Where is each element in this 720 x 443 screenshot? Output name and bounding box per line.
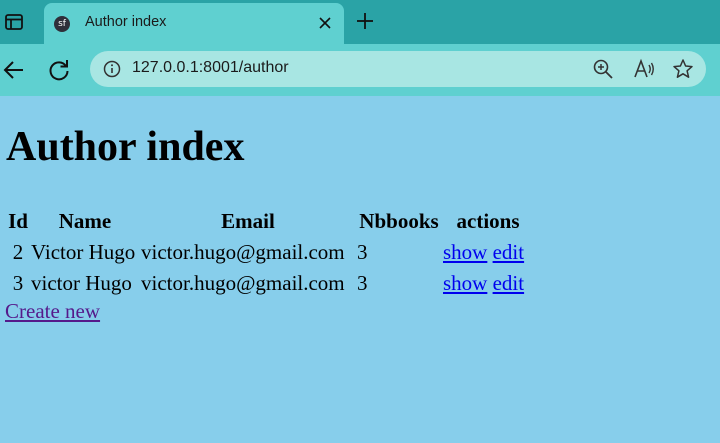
page-title: Author index	[6, 124, 245, 170]
back-arrow-icon[interactable]	[1, 57, 27, 83]
navigation-bar: 127.0.0.1:8001/author	[0, 44, 720, 96]
star-icon[interactable]	[672, 58, 694, 80]
tab-actions-icon[interactable]	[4, 12, 24, 32]
header-email: Email	[221, 209, 275, 233]
cell-actions: show edit	[443, 237, 533, 268]
header-actions: actions	[456, 209, 520, 233]
cell-name: victor Hugo	[31, 271, 132, 295]
table-row: 3 victor Hugo victor.hugo@gmail.com 3 sh…	[7, 268, 533, 299]
close-icon[interactable]	[316, 14, 334, 32]
url-text[interactable]: 127.0.0.1:8001/author	[132, 59, 289, 77]
zoom-in-icon[interactable]	[592, 58, 614, 80]
cell-id: 2	[12, 240, 24, 264]
plus-icon[interactable]	[355, 11, 375, 31]
create-new-link[interactable]: Create new	[5, 299, 100, 324]
table-row: 2 Victor Hugo victor.hugo@gmail.com 3 sh…	[7, 237, 533, 268]
favicon: sf	[54, 16, 70, 32]
read-aloud-icon[interactable]	[633, 58, 655, 80]
table-header-row: Id Name Email Nbbooks actions	[7, 206, 533, 237]
cell-nbbooks: 3	[357, 240, 368, 264]
info-icon[interactable]	[102, 59, 122, 79]
cell-email: victor.hugo@gmail.com	[141, 271, 345, 295]
reload-icon[interactable]	[46, 57, 72, 83]
show-link[interactable]: show	[443, 240, 487, 264]
header-name: Name	[58, 209, 112, 233]
page-content: Author index Id Name Email Nbbooks actio…	[0, 96, 720, 443]
cell-actions: show edit	[443, 268, 533, 299]
cell-nbbooks: 3	[357, 271, 368, 295]
edit-link[interactable]: edit	[493, 271, 525, 295]
authors-table: Id Name Email Nbbooks actions 2 Victor H…	[5, 206, 535, 299]
cell-email: victor.hugo@gmail.com	[141, 240, 345, 264]
tab-title: Author index	[85, 14, 167, 30]
header-nbbooks: Nbbooks	[359, 209, 439, 233]
edit-link[interactable]: edit	[493, 240, 525, 264]
tab-strip: sf Author index	[0, 0, 720, 44]
active-tab[interactable]: sf Author index	[44, 3, 344, 44]
cell-name: Victor Hugo	[31, 240, 136, 264]
show-link[interactable]: show	[443, 271, 487, 295]
address-bar[interactable]: 127.0.0.1:8001/author	[90, 51, 706, 87]
cell-id: 3	[12, 271, 24, 295]
header-id: Id	[8, 209, 28, 233]
